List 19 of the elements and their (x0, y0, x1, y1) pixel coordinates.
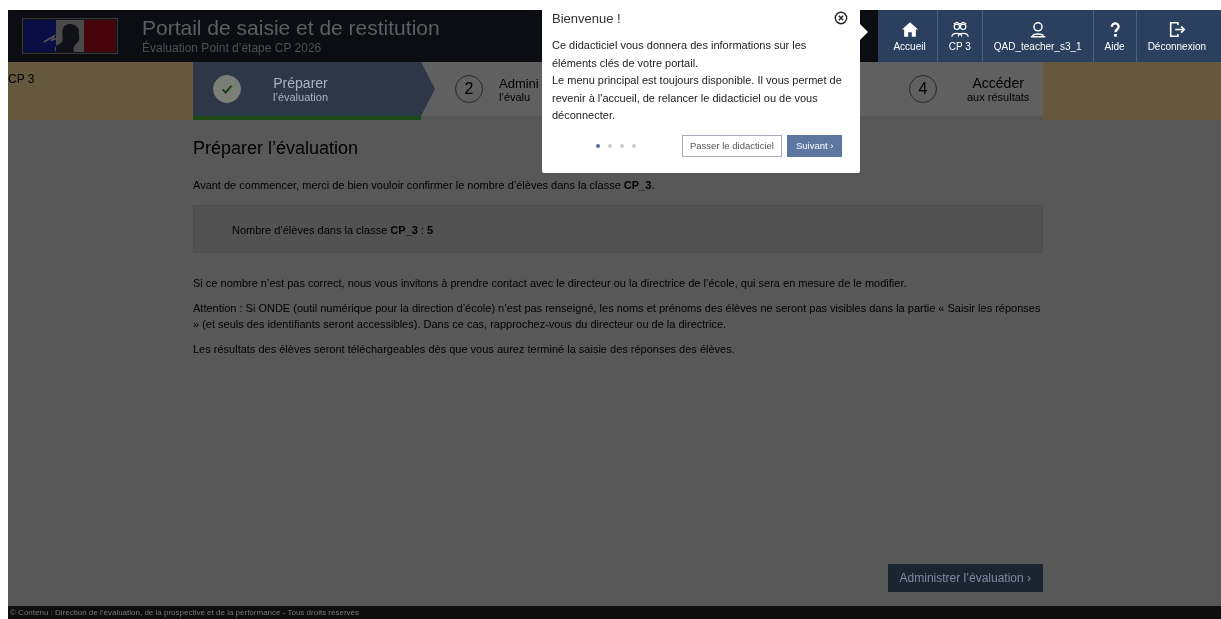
popover-text: Ce didacticiel vous donnera des informations sur les éléments clés de votre portail. (552, 38, 808, 71)
student-count-text: Nombre d’élèves dans la classe CP_3 : 5 (232, 224, 434, 236)
class-label: CP 3 (8, 71, 36, 86)
page-heading: Préparer l’évaluation (193, 138, 359, 159)
intro-text: Avant de commencer, merci de bien vouloir confirmer le nombre d’élèves dans la classe CP_3. (193, 178, 655, 193)
step-subtitle: l’évaluation (273, 91, 329, 103)
step-title: Préparer (273, 75, 328, 91)
step-title: Accéder (972, 75, 1024, 91)
info-paragraph: Attention : Si ONDE (outil numérique pour la direction d’école) n’est pas renseigné, les noms et prénoms des élèves ne seront pas visibles dans la partie « Saisir les réponses » (et seuls des identifiants seront accessibles). Dans ce cas, rapprochez-vous du directeur ou de la directrice. (193, 301, 1042, 332)
portal-title: Portail de saisie et de restitution (142, 16, 440, 40)
popover-text: Le menu principal est toujours disponible. Il vous permet de revenir à l'accueil, de relancer le didacticiel ou de vous déconnecter. (552, 73, 843, 123)
copyright-text: © Contenu : Direction de l’évaluation, de la prospective et de la performance - Tous droits réservés (9, 608, 360, 617)
step-title: Admini (499, 75, 539, 91)
step-subtitle: l’évalu (499, 90, 531, 103)
info-paragraph: Les résultats des élèves seront téléchargeables dès que vous aurez terminé la saisie des réponses des élèves. (193, 342, 735, 357)
info-paragraph: Si ce nombre n’est pas correct, nous vous invitons à prendre contact avec le directeur ou la directrice de l’école, qui sera en mesure de le modifier. (193, 276, 907, 291)
portal-subtitle: Évaluation Point d’étape CP 2026 (142, 40, 323, 56)
step-subtitle: aux résultats (967, 91, 1030, 103)
popover-title: Bienvenue ! (552, 10, 621, 26)
